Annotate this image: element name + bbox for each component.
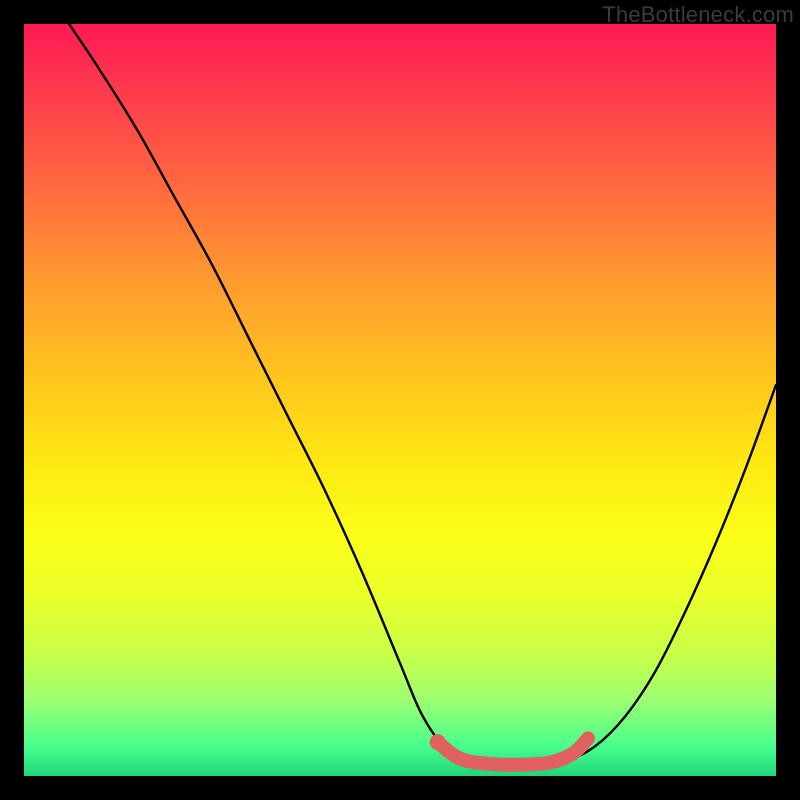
optimal-zone-start-dot — [430, 734, 446, 750]
chart-frame: TheBottleneck.com — [0, 0, 800, 800]
watermark-text: TheBottleneck.com — [602, 2, 794, 28]
bottleneck-curve — [69, 24, 776, 765]
chart-plot-area — [24, 24, 776, 776]
optimal-zone-highlight — [438, 738, 588, 764]
chart-svg — [24, 24, 776, 776]
